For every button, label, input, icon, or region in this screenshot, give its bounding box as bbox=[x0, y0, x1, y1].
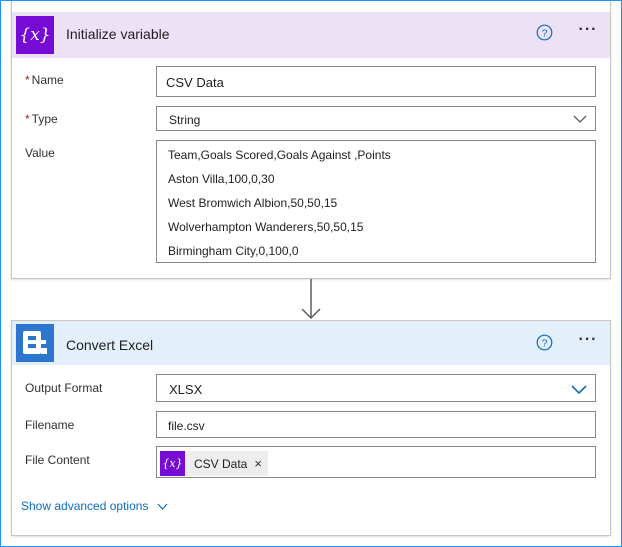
value-line: West Bromwich Albion,50,50,15 bbox=[168, 196, 338, 210]
filename-value: file.csv bbox=[168, 419, 205, 433]
more-options-icon[interactable]: ··· bbox=[575, 22, 601, 41]
svg-text:?: ? bbox=[542, 337, 548, 349]
name-label-text: Name bbox=[31, 73, 64, 87]
chevron-down-icon bbox=[157, 503, 168, 510]
type-label: * Type bbox=[25, 112, 58, 126]
output-format-dropdown[interactable]: XLSX bbox=[156, 374, 596, 402]
help-icon[interactable]: ? bbox=[536, 24, 553, 41]
required-marker: * bbox=[25, 112, 30, 126]
output-format-value: XLSX bbox=[169, 382, 203, 397]
connector-arrow bbox=[301, 279, 321, 320]
help-icon[interactable]: ? bbox=[536, 334, 553, 351]
card-title: Initialize variable bbox=[66, 26, 170, 42]
encodian-logo-glyph bbox=[23, 331, 47, 354]
dynamic-content-token[interactable]: {x} CSV Data × bbox=[160, 451, 268, 476]
required-marker: * bbox=[25, 73, 30, 87]
remove-token-icon[interactable]: × bbox=[254, 456, 262, 471]
chevron-down-icon bbox=[573, 115, 587, 123]
value-line: Wolverhampton Wanderers,50,50,15 bbox=[168, 220, 364, 234]
value-line: Team,Goals Scored,Goals Against ,Points bbox=[168, 148, 391, 162]
type-dropdown-value: String bbox=[169, 113, 201, 127]
initialize-variable-card: {x} Initialize variable ? ··· * Name CSV … bbox=[11, 0, 611, 279]
more-options-icon[interactable]: ··· bbox=[575, 332, 601, 351]
svg-text:?: ? bbox=[542, 27, 548, 39]
name-field-value: CSV Data bbox=[166, 75, 224, 90]
value-textarea[interactable]: Team,Goals Scored,Goals Against ,Points … bbox=[156, 140, 596, 263]
convert-excel-header[interactable]: Convert Excel ? ··· bbox=[12, 321, 610, 365]
file-content-field[interactable]: {x} CSV Data × bbox=[156, 446, 596, 478]
convert-excel-card: Convert Excel ? ··· Output Format XLSX F… bbox=[11, 320, 611, 536]
output-format-label: Output Format bbox=[25, 381, 103, 395]
file-content-label: File Content bbox=[25, 453, 90, 467]
token-label: CSV Data bbox=[194, 456, 248, 471]
name-label: * Name bbox=[25, 73, 64, 87]
type-dropdown[interactable]: String bbox=[156, 106, 596, 131]
variable-icon-glyph: {x} bbox=[19, 25, 51, 45]
show-advanced-options-link[interactable]: Show advanced options bbox=[21, 499, 168, 513]
initialize-variable-header[interactable]: {x} Initialize variable ? ··· bbox=[12, 12, 610, 58]
type-label-text: Type bbox=[31, 112, 58, 126]
name-field[interactable]: CSV Data bbox=[156, 66, 596, 97]
variable-icon: {x} bbox=[16, 16, 54, 54]
value-line: Birmingham City,0,100,0 bbox=[168, 244, 299, 258]
value-line: Aston Villa,100,0,30 bbox=[168, 172, 275, 186]
card-title: Convert Excel bbox=[66, 337, 154, 353]
variable-icon: {x} bbox=[160, 451, 185, 476]
show-advanced-options-label: Show advanced options bbox=[21, 499, 149, 513]
value-label: Value bbox=[25, 146, 55, 160]
filename-label: Filename bbox=[25, 418, 75, 432]
chevron-down-icon bbox=[571, 385, 587, 394]
encodian-logo-icon bbox=[16, 324, 54, 362]
filename-field[interactable]: file.csv bbox=[156, 411, 596, 438]
